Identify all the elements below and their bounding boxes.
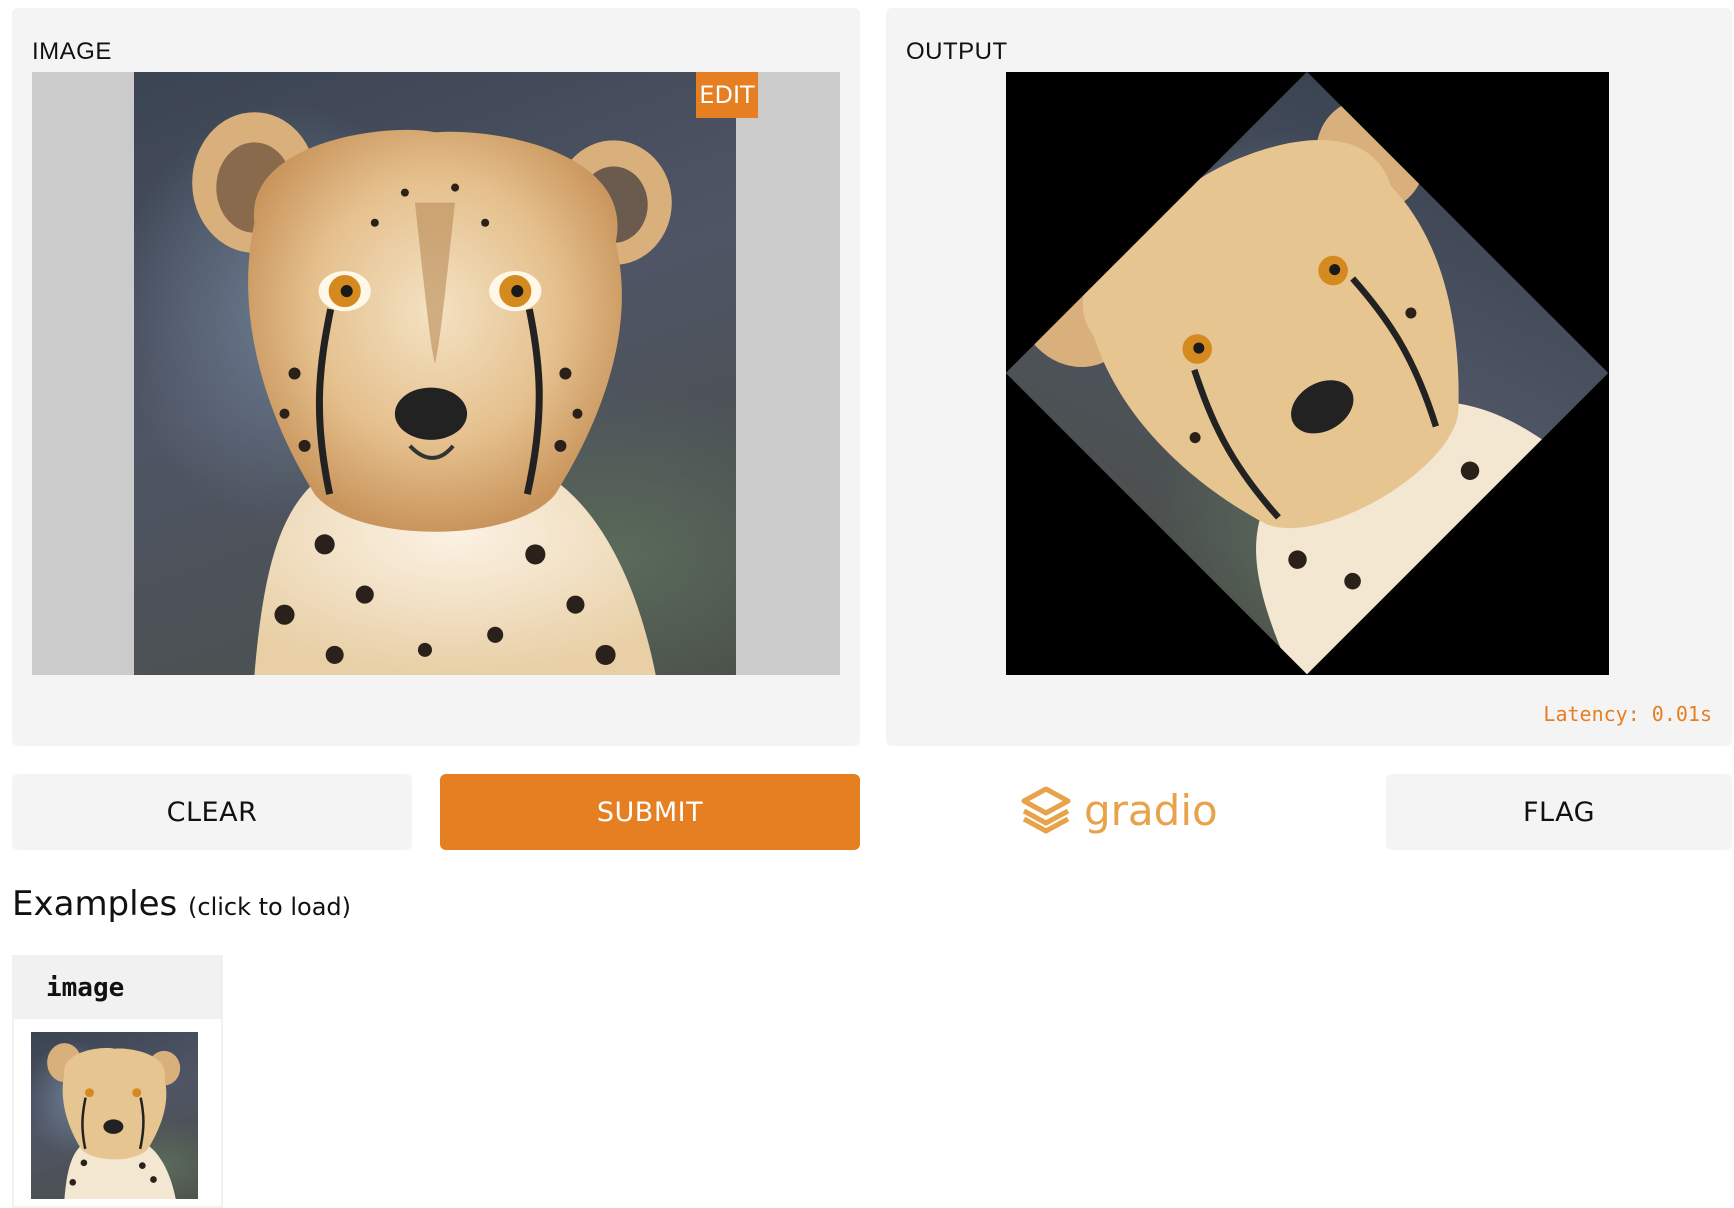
examples-heading: Examples (click to load) [12, 884, 351, 924]
rotated-image [1006, 72, 1609, 675]
latency-text: Latency: 0.01s [1543, 702, 1712, 726]
example-cheetah-photo [47, 1043, 181, 1199]
examples-column-header: image [14, 957, 221, 1019]
gradio-logo-icon [1021, 786, 1071, 834]
input-image [134, 72, 736, 675]
clear-button[interactable]: CLEAR [12, 774, 412, 850]
edit-button[interactable]: EDIT [696, 72, 758, 118]
examples-table: image [12, 955, 223, 1208]
cheetah-photo [192, 112, 672, 675]
input-panel: IMAGE EDIT [12, 8, 860, 746]
gradio-wordmark: gradio [1084, 785, 1218, 835]
rotated-cheetah-photo [1016, 98, 1609, 675]
input-panel-label: IMAGE [32, 38, 112, 65]
output-panel-label: OUTPUT [906, 38, 1008, 65]
gradio-brand: gradio [1020, 780, 1218, 840]
output-panel: OUTPUT Latency: 0.01s [886, 8, 1732, 746]
example-row[interactable] [31, 1032, 198, 1199]
input-image-dropzone[interactable]: EDIT [32, 72, 840, 675]
submit-button[interactable]: SUBMIT [440, 774, 860, 850]
examples-subtitle: (click to load) [188, 893, 352, 921]
example-thumbnail [31, 1032, 198, 1199]
flag-button[interactable]: FLAG [1386, 774, 1732, 850]
output-image [1006, 72, 1609, 675]
examples-title: Examples [12, 884, 178, 924]
